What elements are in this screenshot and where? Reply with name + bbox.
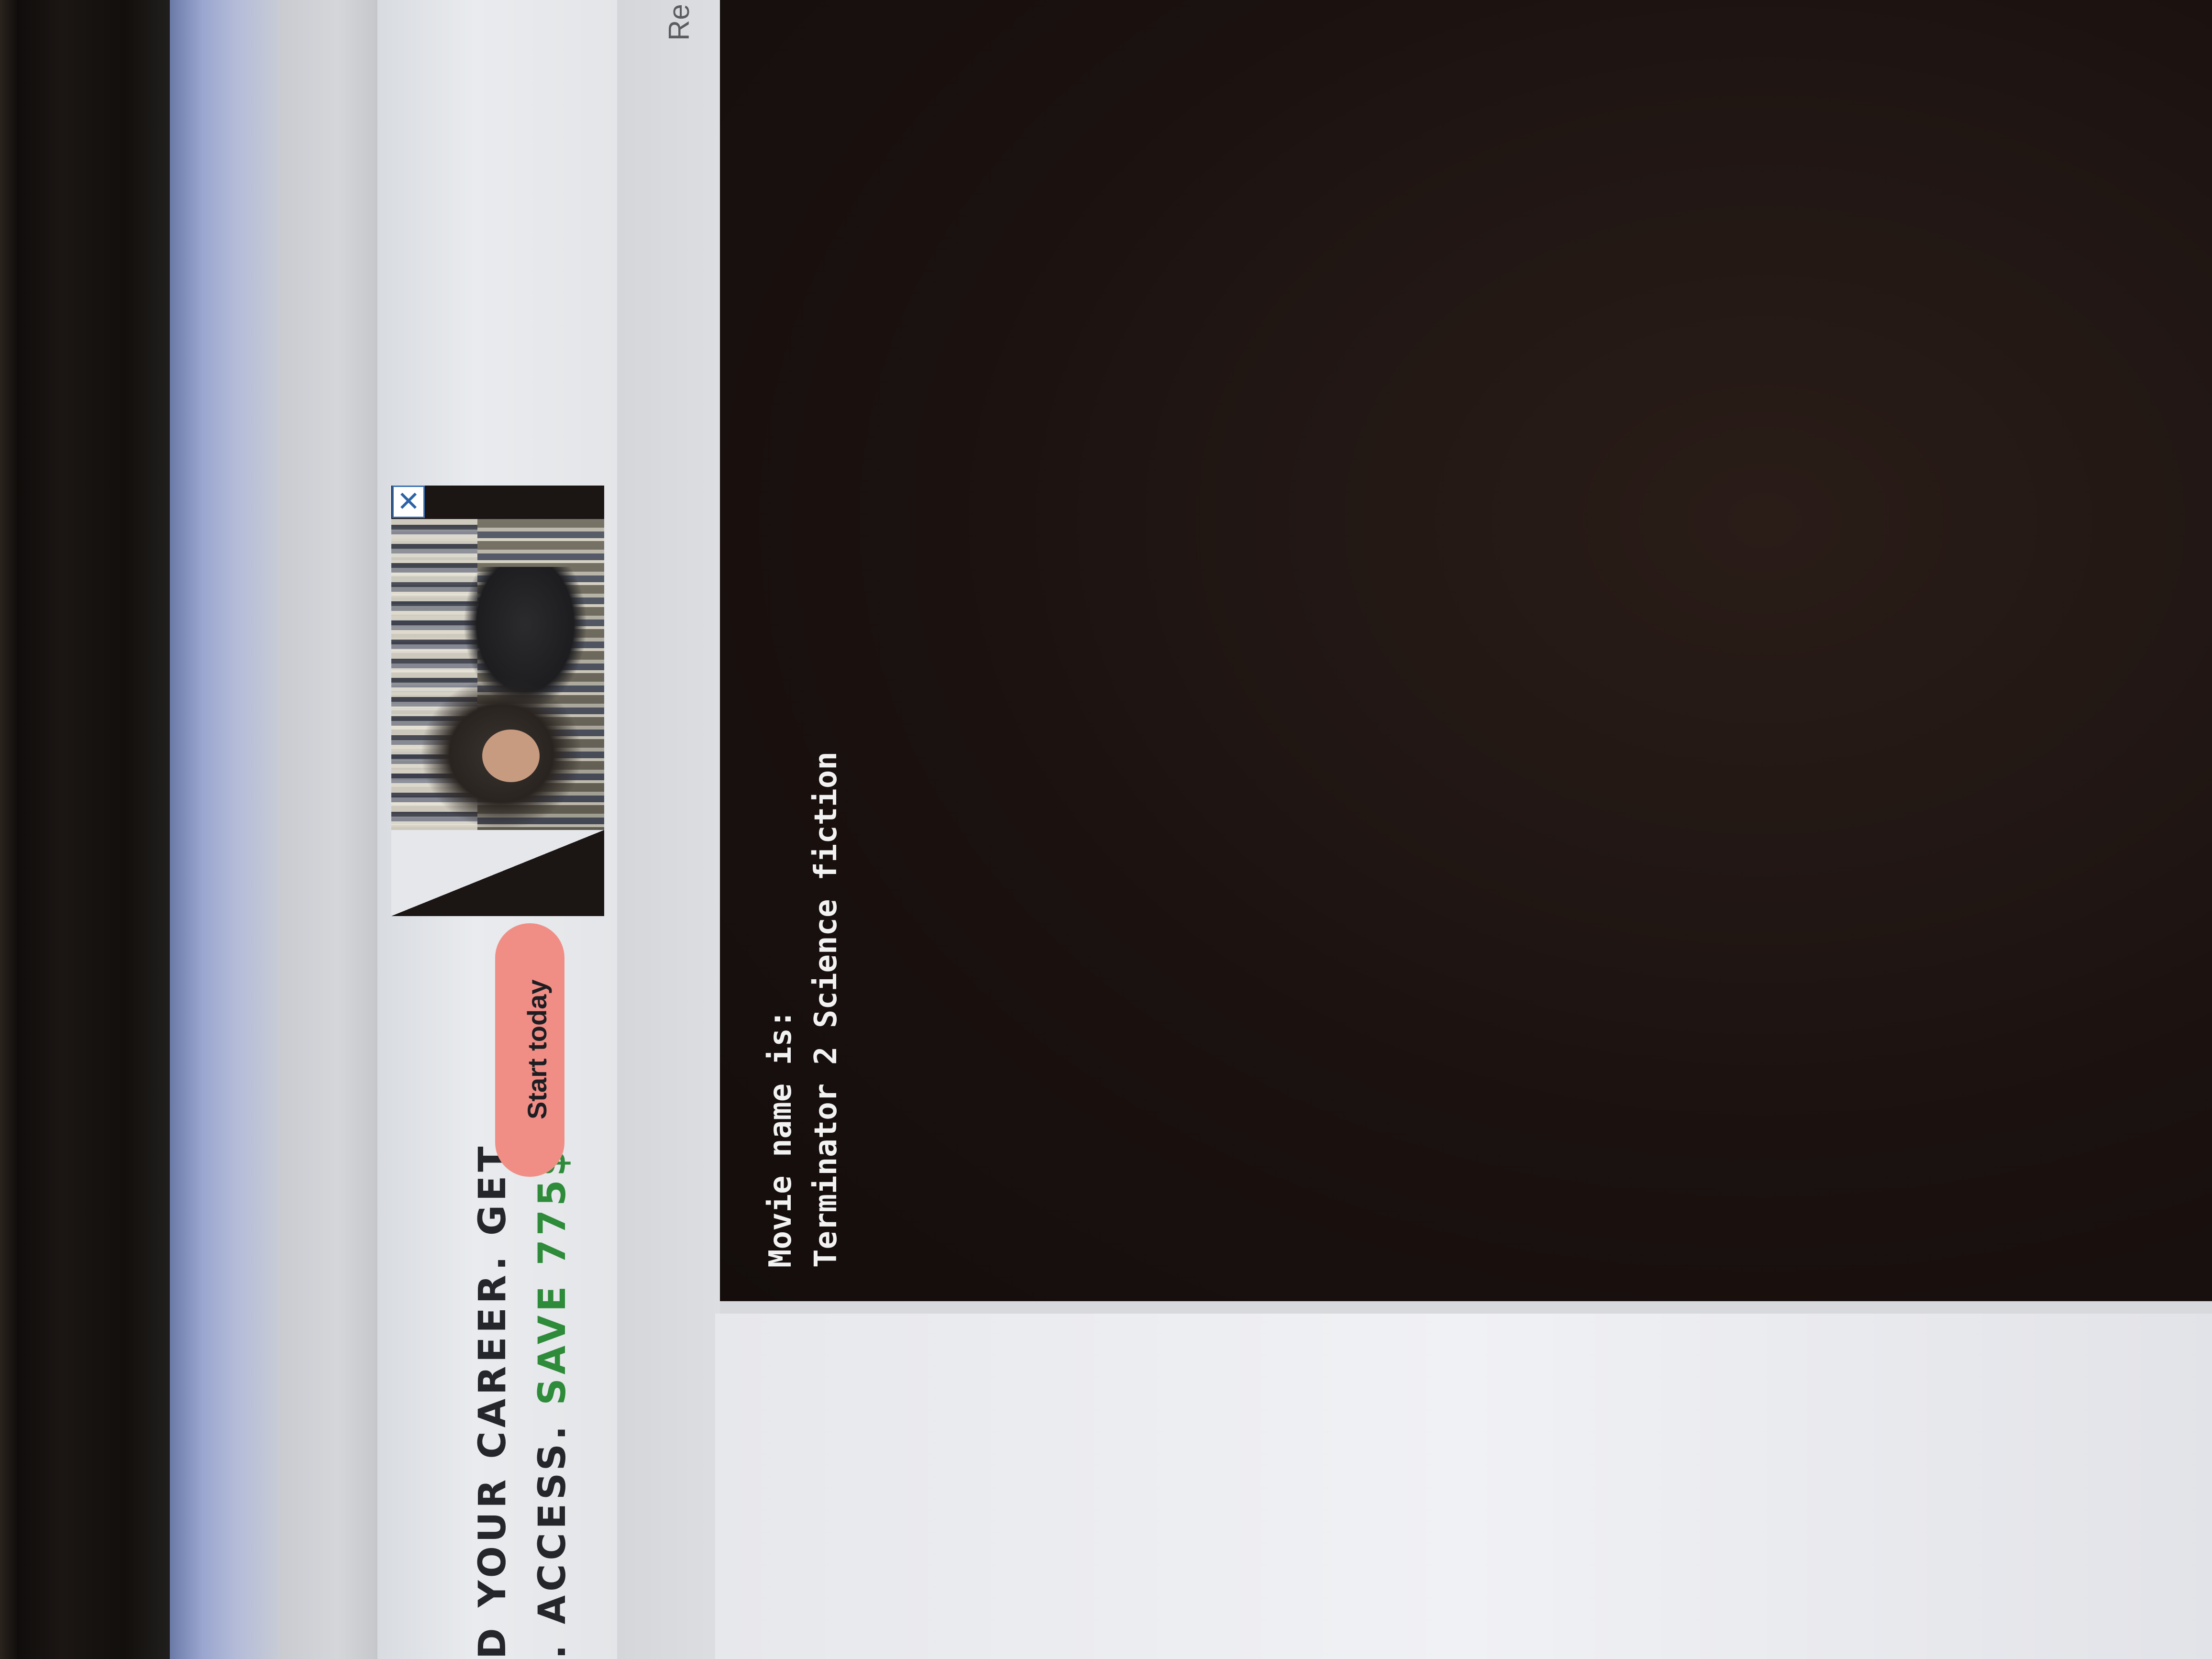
console-line: Terminator 2 Science fiction [808, 752, 844, 1268]
console-output [720, 0, 2212, 1314]
ad-headline-prefix: . ACCESS. [531, 1405, 574, 1659]
page-content-area [715, 1314, 2212, 1659]
page-gutter [617, 0, 722, 1659]
ad-photo [391, 519, 604, 830]
ad-image[interactable] [391, 486, 604, 916]
page-scrollbar[interactable] [280, 0, 376, 1659]
face [482, 730, 540, 782]
close-icon[interactable]: ✕ [392, 486, 425, 518]
ad-image-wedge [391, 830, 604, 916]
monitor-bezel [0, 0, 177, 1659]
console-line: Movie name is: [763, 1009, 798, 1268]
bezel-edge [0, 0, 19, 1659]
browser-edge [170, 0, 280, 1659]
start-today-label[interactable]: Start today [521, 980, 553, 1120]
photo-of-screen: D YOUR CAREER. GET . ACCESS. SAVE 775$ S… [0, 0, 2212, 1659]
ad-headline-line-2: . ACCESS. SAVE 775$ [531, 1146, 574, 1659]
ad-headline-line-1: D YOUR CAREER. GET [471, 1142, 514, 1659]
ad-discount: SAVE 775$ [531, 1146, 574, 1405]
truncated-label: Re [663, 4, 695, 41]
